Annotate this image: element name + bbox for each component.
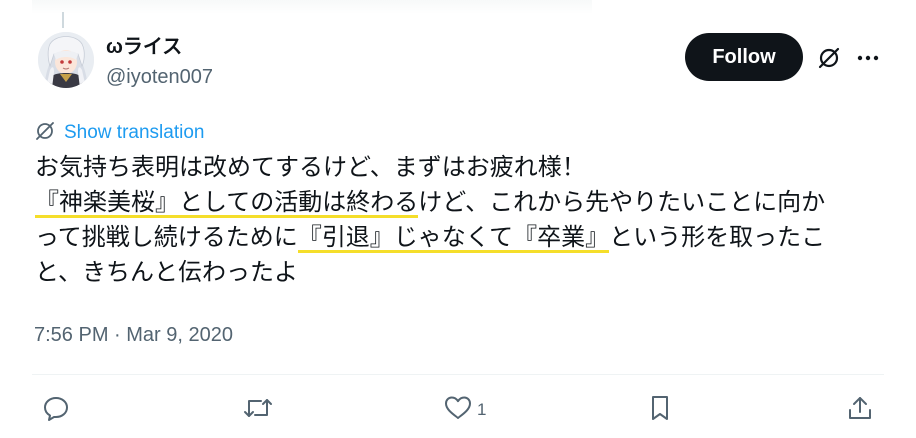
text-segment: けど、これから先やりたいことに向か: [418, 189, 826, 216]
like-button[interactable]: 1: [443, 394, 486, 426]
follow-button[interactable]: Follow: [685, 33, 803, 81]
divider: [32, 374, 884, 375]
repost-icon: [242, 394, 274, 427]
avatar[interactable]: [38, 32, 94, 88]
repost-button[interactable]: [242, 394, 274, 426]
grok-icon[interactable]: [815, 44, 843, 72]
tweet-timestamp[interactable]: 7:56 PM · Mar 9, 2020: [34, 322, 233, 348]
previous-tweet-edge: [32, 0, 592, 14]
text-segment: と、きちんと伝わったよ: [35, 259, 299, 286]
highlighted-phrase: 『引退』じゃなくて『卒業』: [297, 224, 610, 251]
show-translation-label[interactable]: Show translation: [64, 122, 204, 144]
avatar-illustration: [38, 32, 94, 88]
translate-icon: [34, 120, 56, 147]
more-icon[interactable]: [854, 44, 882, 72]
display-name[interactable]: ωライス: [106, 34, 182, 60]
reply-icon: [42, 394, 70, 427]
reply-button[interactable]: [42, 394, 70, 426]
share-icon: [846, 394, 874, 427]
tweet-text-line: って挑戦し続けるために『引退』じゃなくて『卒業』という形を取ったこ: [35, 220, 885, 255]
tweet-text: お気持ち表明は改めてするけど、まずはお疲れ様！ 『神楽美桜』としての活動は終わるけ…: [35, 150, 885, 290]
thread-connector-line: [62, 12, 64, 28]
text-segment: お気持ち表明は改めてするけど、まずはお疲れ様！: [35, 154, 586, 181]
share-button[interactable]: [846, 394, 874, 426]
tweet-text-line: 『神楽美桜』としての活動は終わるけど、これから先やりたいことに向か: [35, 185, 885, 220]
text-segment: って挑戦し続けるために: [35, 224, 298, 251]
tweet-text-line: お気持ち表明は改めてするけど、まずはお疲れ様！: [35, 150, 885, 185]
user-handle[interactable]: @iyoten007: [106, 64, 213, 90]
like-icon: [443, 394, 473, 427]
highlighted-phrase: 『神楽美桜』としての活動は終わる: [35, 189, 419, 216]
tweet-page: ωライス @iyoten007 Follow Show translation …: [0, 0, 916, 438]
text-segment: という形を取ったこ: [609, 224, 826, 251]
bookmark-button[interactable]: [646, 394, 674, 426]
like-count: 1: [477, 400, 487, 419]
tweet-text-line: と、きちんと伝わったよ: [35, 255, 885, 290]
show-translation-link[interactable]: Show translation: [34, 120, 204, 146]
bookmark-icon: [646, 394, 674, 427]
